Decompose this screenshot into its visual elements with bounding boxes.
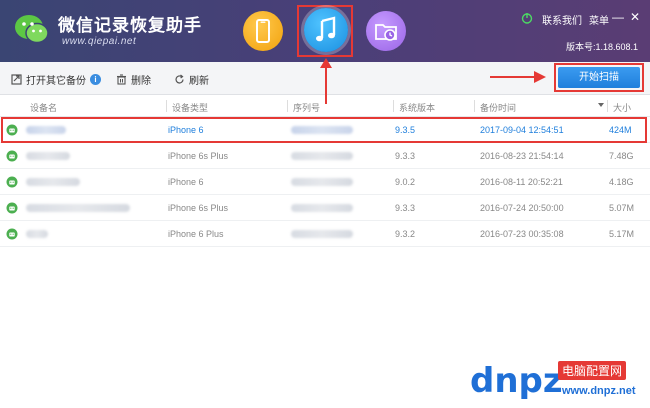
annotation-arrow-up-icon xyxy=(320,58,332,104)
col-separator[interactable] xyxy=(393,100,394,112)
trash-icon xyxy=(117,74,126,85)
col-separator[interactable] xyxy=(287,100,288,112)
device-name-redacted xyxy=(26,204,130,212)
col-device-name[interactable]: 设备名 xyxy=(30,101,57,114)
device-android-icon xyxy=(6,202,18,214)
col-serial[interactable]: 序列号 xyxy=(293,101,320,114)
start-scan-button[interactable]: 开始扫描 xyxy=(558,67,640,88)
music-note-icon xyxy=(316,16,336,42)
col-separator[interactable] xyxy=(166,100,167,112)
title-bar: 微信记录恢复助手 www.qiepai.net 联系我们 菜单 — ✕ 版本号:… xyxy=(0,0,650,62)
refresh-button[interactable]: 刷新 xyxy=(174,72,209,87)
size-cell: 5.17M xyxy=(609,229,635,239)
col-size[interactable]: 大小 xyxy=(613,101,631,114)
table-row[interactable]: iPhone 6 9.0.2 2016-08-11 20:52:21 4.18G xyxy=(0,169,650,195)
backup-time-cell: 2016-08-11 20:52:21 xyxy=(480,177,563,187)
device-android-icon xyxy=(6,150,18,162)
size-cell: 4.18G xyxy=(609,177,634,187)
table-row[interactable]: iPhone 6s Plus 9.3.3 2016-07-24 20:50:00… xyxy=(0,195,650,221)
watermark-logo: dnpz xyxy=(470,361,563,401)
backup-time-cell: 2016-08-23 21:54:14 xyxy=(480,151,564,161)
open-other-backup-button[interactable]: 打开其它备份 i xyxy=(11,72,101,87)
device-name-redacted xyxy=(26,152,70,160)
col-device-type[interactable]: 设备类型 xyxy=(172,101,208,114)
table-row[interactable]: iPhone 6 Plus 9.3.2 2016-07-23 00:35:08 … xyxy=(0,221,650,247)
sort-desc-icon[interactable] xyxy=(598,103,604,107)
minimize-button[interactable]: — xyxy=(612,10,624,24)
col-backup-time[interactable]: 备份时间 xyxy=(480,101,516,114)
highlight-frame-row xyxy=(1,117,647,143)
close-button[interactable]: ✕ xyxy=(630,10,640,24)
watermark-url: www.dnpz.net xyxy=(562,385,636,397)
size-cell: 7.48G xyxy=(609,151,634,161)
info-icon[interactable]: i xyxy=(90,74,101,85)
serial-redacted xyxy=(291,204,353,212)
os-version-cell: 9.3.3 xyxy=(395,151,416,161)
open-other-backup-label: 打开其它备份 xyxy=(26,76,86,87)
table-row[interactable]: iPhone 6s Plus 9.3.3 2016-08-23 21:54:14… xyxy=(0,143,650,169)
backup-time-cell: 2016-07-23 00:35:08 xyxy=(480,229,564,239)
device-type-cell: iPhone 6 Plus xyxy=(168,229,224,239)
device-name-redacted xyxy=(26,230,48,238)
device-type-cell: iPhone 6 xyxy=(168,177,204,187)
version-label: 版本号:1.18.608.1 xyxy=(565,42,638,52)
refresh-label: 刷新 xyxy=(189,76,209,87)
device-android-icon xyxy=(6,228,18,240)
contact-power-icon[interactable] xyxy=(521,12,533,24)
delete-label: 删除 xyxy=(131,76,151,87)
open-file-icon xyxy=(11,74,22,85)
os-version-cell: 9.0.2 xyxy=(395,177,416,187)
os-version-cell: 9.3.3 xyxy=(395,203,416,213)
phone-icon xyxy=(256,19,270,43)
serial-redacted xyxy=(291,178,353,186)
folder-mode-button[interactable] xyxy=(366,11,406,51)
refresh-icon xyxy=(175,74,184,84)
device-android-icon xyxy=(6,176,18,188)
app-window: 微信记录恢复助手 www.qiepai.net 联系我们 菜单 — ✕ 版本号:… xyxy=(0,0,650,408)
serial-redacted xyxy=(291,152,353,160)
itunes-mode-button[interactable] xyxy=(304,8,348,52)
backup-time-cell: 2016-07-24 20:50:00 xyxy=(480,203,564,213)
device-type-cell: iPhone 6s Plus xyxy=(168,203,229,213)
device-name-redacted xyxy=(26,178,80,186)
col-os-version[interactable]: 系统版本 xyxy=(399,101,435,114)
col-separator[interactable] xyxy=(474,100,475,112)
menu-button[interactable]: 菜单 xyxy=(589,12,609,27)
app-url: www.qiepai.net xyxy=(62,36,137,47)
watermark: dnpz 电脑配置网 www.dnpz.net xyxy=(470,357,646,405)
annotation-arrow-right-icon xyxy=(490,71,546,83)
os-version-cell: 9.3.2 xyxy=(395,229,416,239)
delete-button[interactable]: 删除 xyxy=(116,72,151,87)
app-title: 微信记录恢复助手 xyxy=(58,16,202,36)
watermark-brand: 电脑配置网 xyxy=(558,361,627,380)
size-cell: 5.07M xyxy=(609,203,635,213)
folder-clock-icon xyxy=(375,24,397,41)
phone-mode-button[interactable] xyxy=(243,11,283,51)
app-logo-icon xyxy=(15,15,49,44)
serial-redacted xyxy=(291,230,353,238)
contact-us-link[interactable]: 联系我们 xyxy=(542,12,582,27)
col-separator[interactable] xyxy=(607,100,608,112)
device-type-cell: iPhone 6s Plus xyxy=(168,151,229,161)
